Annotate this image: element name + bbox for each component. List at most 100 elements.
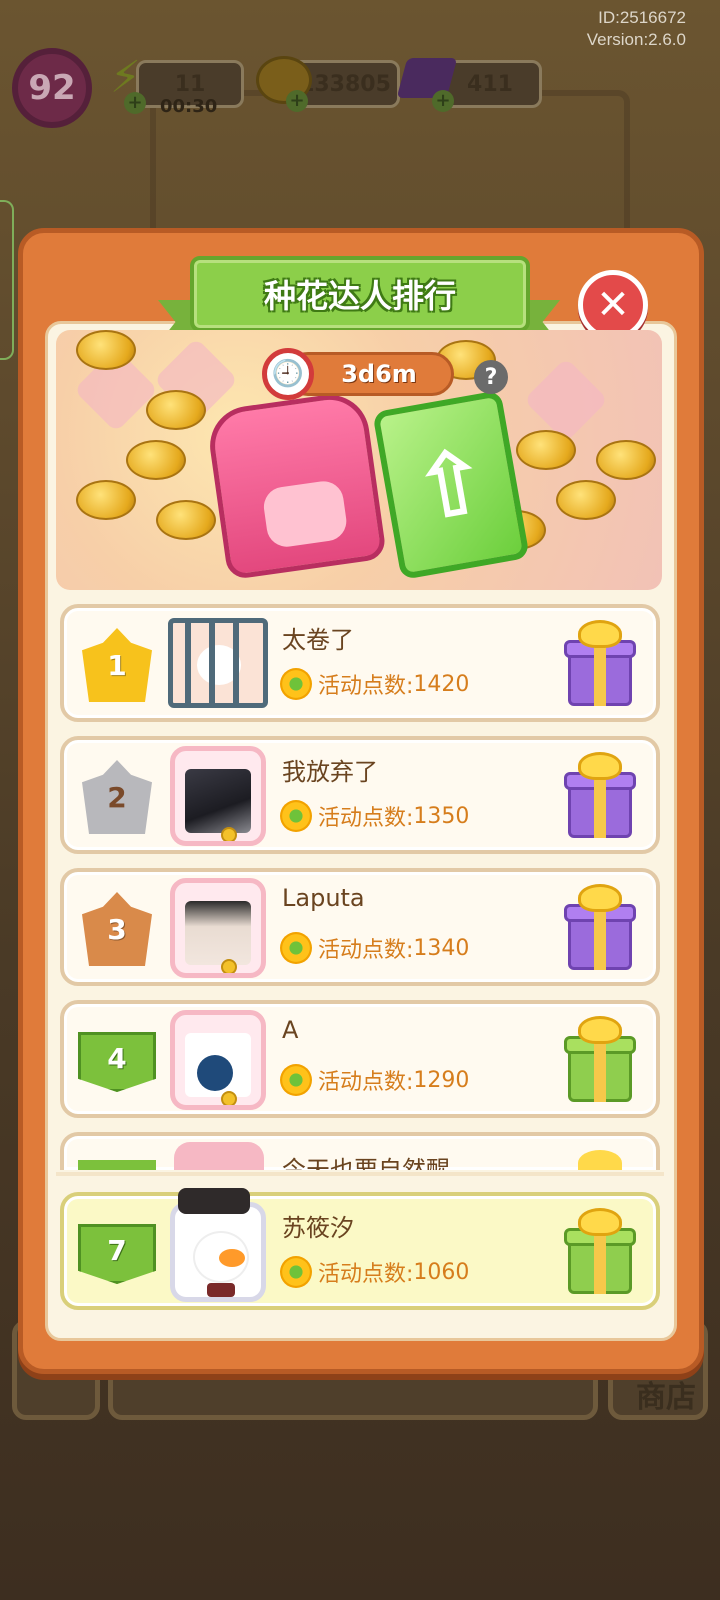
gift-ribbon [594,772,606,838]
bomb-icon [197,1055,233,1091]
list-divider [56,1172,664,1176]
leaderboard-row[interactable]: 4 A 活动点数: 1290 [60,1000,660,1118]
avatar[interactable] [168,618,268,708]
coin-decoration [516,430,576,470]
leaderboard-row[interactable]: 3 Laputa 活动点数: 1340 [60,868,660,986]
coin-decoration [146,390,206,430]
activity-points: 活动点数: 1420 [280,668,469,700]
gift-bow [578,752,622,780]
countdown-value: 3d6m [341,360,417,388]
player-id: ID:2516672 [598,8,686,27]
player-name: 苏筱汐 [282,1214,354,1242]
leaderboard-row[interactable]: 2 我放弃了 活动点数: 1350 [60,736,660,854]
avatar-photo [185,769,251,833]
player-name: Laputa [282,884,365,912]
flower-icon [280,1256,312,1288]
coin-decoration [596,440,656,480]
backpack-face [261,478,349,550]
points-label: 活动点数: [318,674,414,699]
gem-value: 411 [467,71,513,97]
rank-number: 7 [107,1233,127,1267]
gift-bow [578,620,622,648]
gift-ribbon [594,1036,606,1102]
points-value: 1290 [413,1067,470,1093]
duck-beak [219,1249,245,1267]
plus-icon: + [124,92,146,114]
cage-bar [233,623,239,703]
points-label: 活动点数: [318,1070,414,1095]
green-gift-icon[interactable] [564,1208,636,1298]
bell-icon [221,1091,237,1105]
rank-number: 3 [107,912,127,946]
player-name: 我放弃了 [282,758,378,786]
rank-number: 4 [107,1041,127,1075]
background-side-tab [0,200,14,360]
avatar[interactable] [174,1142,264,1170]
avatar-photo [185,901,251,965]
flower-icon [280,932,312,964]
gift-bow [578,1208,622,1236]
gift-ribbon [594,904,606,970]
clock-icon: 🕘 [262,348,314,400]
activity-points: 活动点数: 1340 [280,932,469,964]
leaderboard-row[interactable]: 今天也要自然醒 [60,1132,660,1170]
modal-title: 种花达人排行 [263,277,456,315]
energy-value: 11 [174,71,206,97]
points-label: 活动点数: [318,938,414,963]
avatar[interactable] [170,746,266,846]
purple-gift-icon[interactable] [564,620,636,710]
cage-bar [185,623,191,703]
help-icon: ? [484,364,498,390]
player-name: 太卷了 [282,626,354,654]
gift-ribbon [594,1228,606,1294]
gift-bow [578,1150,622,1170]
player-name: A [282,1016,299,1044]
energy-timer: 00:30 [160,96,218,117]
flower-icon [280,1064,312,1096]
gold-crown-icon: 1 [82,628,152,702]
close-icon: ✕ [596,282,630,328]
title-ribbon: 种花达人排行 [190,256,530,332]
points-label: 活动点数: [318,1262,414,1287]
rank-number: 2 [107,780,127,814]
rank-flag-icon [78,1160,156,1170]
upgrade-card-image: ⇧ [372,390,530,580]
gift-bow [578,1016,622,1044]
plus-icon: + [432,90,454,112]
points-value: 1420 [413,671,470,697]
heart-decoration [523,357,609,443]
avatar[interactable] [170,1202,266,1302]
leaderboard-row[interactable]: 1 太卷了 活动点数: 1420 [60,604,660,722]
green-gift-icon[interactable] [564,1016,636,1106]
flower-icon [280,668,312,700]
gift-ribbon [594,640,606,706]
points-label: 活动点数: [318,806,414,831]
self-rank-row[interactable]: 7 苏筱汐 活动点数: 1060 [60,1192,660,1310]
version-text: Version:2.6.0 [586,30,686,49]
gift-bow [578,884,622,912]
rank-flag-icon: 4 [78,1032,156,1092]
bowtie-icon [207,1283,235,1297]
coin-decoration [126,440,186,480]
cage-bar [209,623,215,703]
shop-label: 商店 [636,1380,696,1415]
avatar[interactable] [170,878,266,978]
bronze-crown-icon: 3 [82,892,152,966]
flower-icon [280,800,312,832]
purple-gift-icon[interactable] [564,752,636,842]
hat-decoration [178,1188,250,1214]
activity-points: 活动点数: 1350 [280,800,469,832]
points-value: 1060 [413,1259,470,1285]
bell-icon [221,959,237,973]
coin-decoration [76,480,136,520]
rank-flag-icon: 7 [78,1224,156,1284]
silver-crown-icon: 2 [82,760,152,834]
coin-decoration [156,500,216,540]
avatar[interactable] [170,1010,266,1110]
purple-gift-icon[interactable] [564,884,636,974]
player-name: 今天也要自然醒 [282,1156,450,1170]
coin-value: 133805 [299,71,391,97]
level-badge: 92 [12,48,92,128]
level-value: 92 [28,68,76,108]
help-button[interactable]: ? [474,360,508,394]
